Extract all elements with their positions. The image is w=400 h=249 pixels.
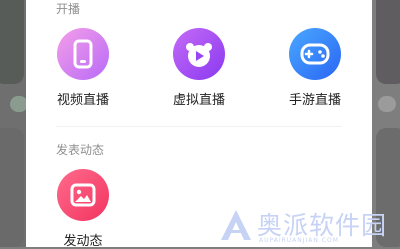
watermark-logo-icon <box>221 210 251 240</box>
video-live-label: 视频直播 <box>56 93 109 108</box>
bear-play-icon <box>173 28 225 80</box>
gamepad-icon <box>289 28 341 80</box>
background-badge <box>378 96 396 112</box>
post-moment-button[interactable]: 发动态 <box>43 169 123 249</box>
post-moment-label: 发动态 <box>63 234 103 249</box>
game-live-label: 手游直播 <box>288 93 341 108</box>
watermark: 奥派软件园 AUPAIRUANJIAN.COM <box>215 204 400 247</box>
image-icon <box>57 169 109 221</box>
phone-icon <box>57 28 109 80</box>
background-card <box>376 0 400 84</box>
watermark-subtext: AUPAIRUANJIAN.COM <box>259 237 339 244</box>
background-card <box>0 128 24 247</box>
virtual-live-button[interactable]: 虚拟直播 <box>159 28 239 108</box>
section-divider <box>56 126 342 127</box>
virtual-live-label: 虚拟直播 <box>172 93 225 108</box>
video-live-button[interactable]: 视频直播 <box>43 28 123 108</box>
game-live-button[interactable]: 手游直播 <box>275 28 355 108</box>
section-title-live: 开播 <box>56 2 81 16</box>
background-card <box>0 0 24 84</box>
section-title-post: 发表动态 <box>56 143 105 157</box>
